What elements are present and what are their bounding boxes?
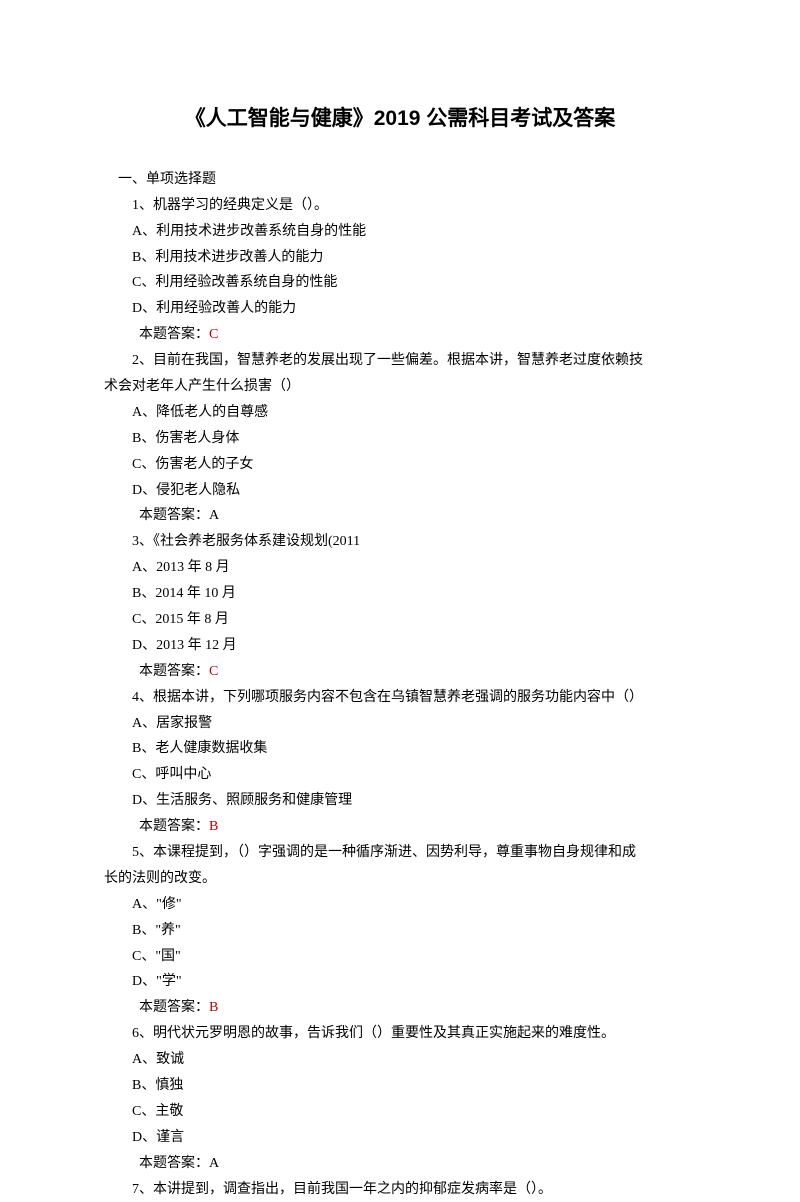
q5-answer-value: B <box>209 1000 218 1015</box>
q1-option-a: A、利用技术进步改善系统自身的性能 <box>90 219 710 245</box>
q1-answer-value: C <box>209 327 218 342</box>
q3-option-a: A、2013 年 8 月 <box>90 555 710 581</box>
q4-option-a: A、居家报警 <box>90 711 710 737</box>
q4-stem: 4、根据本讲，下列哪项服务内容不包含在乌镇智慧养老强调的服务功能内容中（） <box>90 685 710 711</box>
q6-option-b: B、慎独 <box>90 1073 710 1099</box>
q3-answer-label: 本题答案： <box>139 664 209 679</box>
q1-option-b: B、利用技术进步改善人的能力 <box>90 245 710 271</box>
q4-option-c: C、呼叫中心 <box>90 762 710 788</box>
q5-answer: 本题答案：B <box>90 995 710 1021</box>
q5-stem-line1: 5、本课程提到，（）字强调的是一种循序渐进、因势利导，尊重事物自身规律和成 <box>90 840 710 866</box>
q1-answer: 本题答案：C <box>90 322 710 348</box>
q1-option-d: D、利用经验改善人的能力 <box>90 296 710 322</box>
q6-answer: 本题答案：A <box>90 1151 710 1177</box>
q5-answer-label: 本题答案： <box>139 1000 209 1015</box>
document-title: 《人工智能与健康》2019 公需科目考试及答案 <box>90 100 710 139</box>
q2-stem-line1: 2、目前在我国，智慧养老的发展出现了一些偏差。根据本讲，智慧养老过度依赖技 <box>90 348 710 374</box>
q6-option-d: D、谨言 <box>90 1125 710 1151</box>
q2-option-a: A、降低老人的自尊感 <box>90 400 710 426</box>
q3-option-d: D、2013 年 12 月 <box>90 633 710 659</box>
q5-option-d: D、"学" <box>90 969 710 995</box>
q2-option-d: D、侵犯老人隐私 <box>90 478 710 504</box>
q7-stem: 7、本讲提到，调查指出，目前我国一年之内的抑郁症发病率是（）。 <box>90 1177 710 1202</box>
q3-answer-value: C <box>209 664 218 679</box>
q1-answer-label: 本题答案： <box>139 327 209 342</box>
q1-stem: 1、机器学习的经典定义是（）。 <box>90 193 710 219</box>
q5-option-b: B、"养" <box>90 918 710 944</box>
q6-option-c: C、主敬 <box>90 1099 710 1125</box>
q6-option-a: A、致诚 <box>90 1047 710 1073</box>
q2-option-b: B、伤害老人身体 <box>90 426 710 452</box>
q3-option-c: C、2015 年 8 月 <box>90 607 710 633</box>
q4-answer-label: 本题答案： <box>139 819 209 834</box>
q3-answer: 本题答案：C <box>90 659 710 685</box>
q5-option-a: A、"修" <box>90 892 710 918</box>
q3-option-b: B、2014 年 10 月 <box>90 581 710 607</box>
q4-answer-value: B <box>209 819 218 834</box>
q4-option-d: D、生活服务、照顾服务和健康管理 <box>90 788 710 814</box>
q4-answer: 本题答案：B <box>90 814 710 840</box>
q5-stem-line2: 长的法则的改变。 <box>90 866 710 892</box>
q3-stem: 3、《社会养老服务体系建设规划(2011 <box>90 529 710 555</box>
q2-stem-line2: 术会对老年人产生什么损害（） <box>90 374 710 400</box>
q1-option-c: C、利用经验改善系统自身的性能 <box>90 270 710 296</box>
q2-option-c: C、伤害老人的子女 <box>90 452 710 478</box>
q2-answer: 本题答案：A <box>90 503 710 529</box>
section-heading: 一、单项选择题 <box>90 167 710 193</box>
q5-option-c: C、"国" <box>90 944 710 970</box>
q4-option-b: B、老人健康数据收集 <box>90 736 710 762</box>
q6-stem: 6、明代状元罗明恩的故事，告诉我们（）重要性及其真正实施起来的难度性。 <box>90 1021 710 1047</box>
